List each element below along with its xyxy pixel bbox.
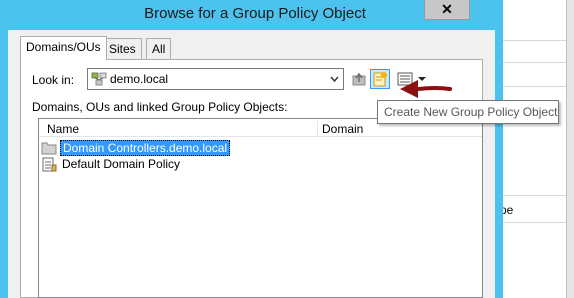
- tab-label: Sites: [109, 42, 136, 56]
- gpo-list-view[interactable]: Name Domain Domain Controllers.demo.loca…: [38, 118, 483, 298]
- title-bar[interactable]: Browse for a Group Policy Object ✕: [0, 0, 503, 30]
- close-button[interactable]: ✕: [424, 0, 470, 20]
- tab-label: Domains/OUs: [26, 40, 101, 54]
- up-folder-icon: [352, 72, 366, 86]
- divider: [494, 62, 574, 63]
- gpo-document-icon: [42, 157, 57, 172]
- new-gpo-icon: [373, 72, 387, 87]
- tab-sites[interactable]: Sites: [103, 38, 142, 59]
- divider: [494, 195, 574, 196]
- tab-domains-ous[interactable]: Domains/OUs: [20, 36, 107, 60]
- tab-all[interactable]: All: [146, 38, 172, 59]
- divider: [494, 86, 574, 87]
- up-one-level-button[interactable]: [349, 69, 369, 89]
- column-header-domain[interactable]: Domain: [322, 122, 363, 136]
- list-item-name: Domain Controllers.demo.local: [60, 140, 231, 156]
- chevron-down-icon: [330, 76, 339, 83]
- list-label: Domains, OUs and linked Group Policy Obj…: [32, 100, 288, 114]
- divider: [494, 222, 574, 223]
- look-in-dropdown[interactable]: demo.local: [87, 68, 344, 90]
- column-header-name[interactable]: Name: [47, 122, 79, 136]
- tooltip: Create New Group Policy Object: [377, 100, 559, 124]
- column-separator[interactable]: [317, 121, 318, 137]
- dialog-client-area: Domains/OUs Sites All Look in: demo.loca…: [8, 30, 495, 298]
- background-scrollbar: [566, 0, 574, 298]
- tab-label: All: [152, 42, 166, 56]
- tooltip-text: Create New Group Policy Object: [384, 105, 558, 119]
- divider: [494, 40, 574, 41]
- ou-folder-icon: [41, 142, 57, 155]
- background-window: [494, 0, 574, 298]
- look-in-value: demo.local: [110, 72, 169, 86]
- domain-icon: [91, 72, 107, 86]
- list-item-name: Default Domain Policy: [62, 157, 181, 171]
- create-new-gpo-button[interactable]: [370, 69, 390, 89]
- annotation-arrow-icon: [400, 80, 452, 98]
- browse-gpo-dialog: Browse for a Group Policy Object ✕ Domai…: [0, 0, 503, 298]
- look-in-label: Look in:: [32, 73, 75, 87]
